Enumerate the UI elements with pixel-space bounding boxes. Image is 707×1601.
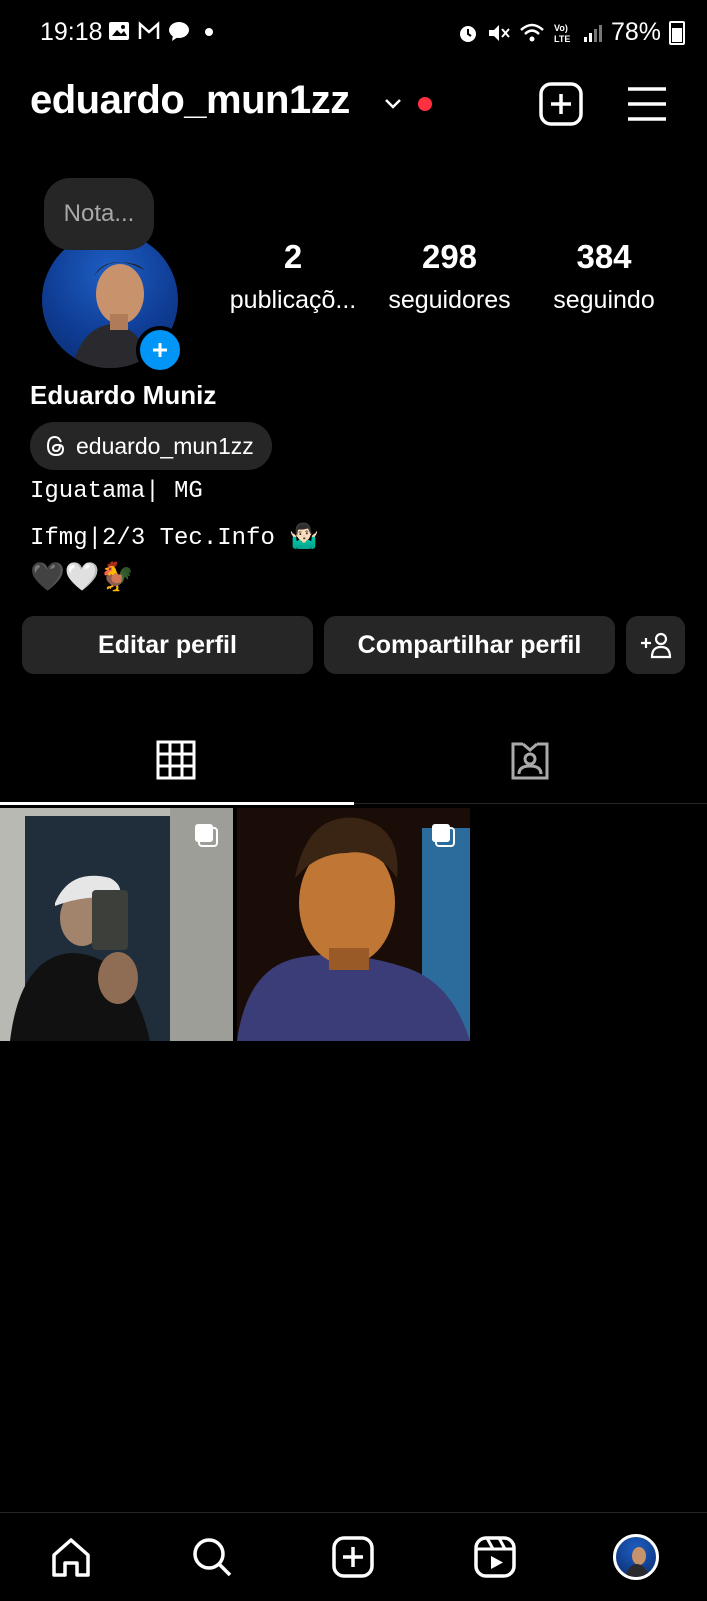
threads-badge[interactable]: eduardo_mun1zz (30, 422, 272, 470)
nav-home[interactable] (47, 1533, 95, 1581)
stat-following-label: seguindo (553, 286, 655, 314)
nav-reels[interactable] (471, 1533, 519, 1581)
threads-icon (46, 435, 65, 457)
home-icon (51, 1538, 90, 1577)
svg-text:LTE: LTE (554, 34, 570, 44)
multiple-posts-icon (195, 824, 218, 847)
add-story-button[interactable] (136, 326, 184, 374)
note-bubble[interactable]: Nota... (44, 178, 154, 250)
stat-posts-label: publicaçõ... (229, 286, 357, 314)
discover-people-button[interactable] (626, 616, 685, 674)
create-icon (332, 1536, 375, 1578)
bio-line-1: Iguatama| MG (30, 478, 203, 505)
status-left-icons (108, 20, 220, 42)
chat-icon (169, 22, 189, 41)
mute-icon (488, 24, 510, 41)
tagged-icon[interactable] (509, 740, 551, 782)
grid-icon[interactable] (156, 740, 196, 780)
bottom-navigation (0, 1512, 707, 1601)
bio-line-3: 🖤🤍🐓 (30, 564, 135, 595)
svg-text:Vo): Vo) (554, 23, 568, 33)
status-time: 19:18 (40, 18, 103, 46)
dot-icon (205, 28, 213, 36)
avatar-mini-photo (625, 1546, 650, 1577)
stat-followers-count: 298 (421, 238, 478, 275)
profile-full-name: Eduardo Muniz (30, 380, 217, 410)
menu-icon[interactable] (624, 81, 670, 127)
stat-followers[interactable]: 298 seguidores (372, 238, 527, 315)
add-person-icon (640, 632, 671, 659)
active-tab-indicator (0, 802, 354, 805)
post-thumbnail[interactable] (0, 808, 233, 1041)
share-profile-button[interactable]: Compartilhar perfil (324, 616, 615, 674)
volte-icon: Vo)LTE (554, 23, 570, 44)
chevron-down-icon[interactable] (382, 92, 404, 114)
battery-icon (669, 20, 685, 45)
image-icon (109, 22, 129, 40)
stat-following[interactable]: 384 seguindo (530, 238, 678, 315)
reels-icon (474, 1536, 516, 1578)
threads-handle: eduardo_mun1zz (76, 432, 254, 459)
stat-followers-label: seguidores (388, 286, 511, 314)
stat-posts[interactable]: 2 publicaçõ... (218, 238, 368, 315)
nav-create[interactable] (329, 1533, 377, 1581)
stat-following-count: 384 (576, 238, 632, 275)
create-post-icon[interactable] (538, 81, 584, 127)
nav-profile[interactable] (612, 1533, 660, 1581)
notification-dot (418, 97, 432, 111)
wifi-icon (520, 23, 544, 41)
multiple-posts-icon (432, 824, 455, 847)
profile-username[interactable]: eduardo_mun1zz (30, 78, 350, 123)
stat-posts-count: 2 (283, 238, 303, 275)
edit-profile-button[interactable]: Editar perfil (22, 616, 313, 674)
tab-divider (354, 803, 707, 804)
status-bar: 19:18 Vo) LTE 78% (0, 0, 707, 66)
post-thumbnail[interactable] (237, 808, 470, 1041)
alarm-icon (459, 25, 476, 42)
plus-icon (153, 343, 167, 357)
gmail-icon (138, 21, 160, 39)
bio-line-2: Ifmg|2/3 Tec.Info 🤷🏻‍♂️ (30, 525, 320, 552)
nav-search[interactable] (188, 1533, 236, 1581)
status-right: Vo) LTE 78% (457, 18, 685, 47)
battery-percent: 78% (610, 18, 661, 46)
signal-icon (583, 24, 602, 42)
profile-avatar-small (613, 1534, 660, 1580)
search-icon (193, 1538, 232, 1577)
